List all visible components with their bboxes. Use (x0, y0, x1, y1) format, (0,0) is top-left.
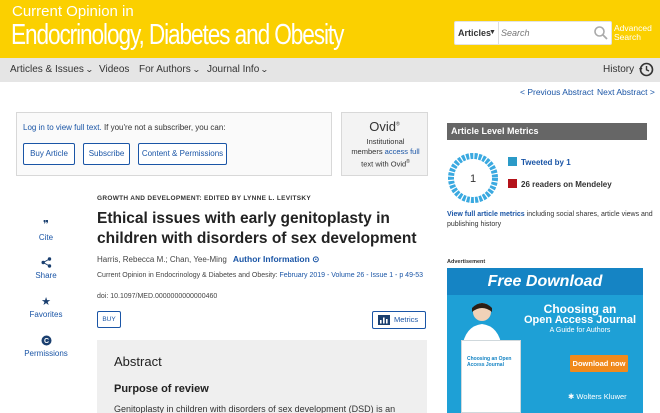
ovid-access-link[interactable]: access full (385, 147, 420, 156)
ovid-access-box: Ovid® Institutional members access full … (341, 112, 428, 176)
purpose-of-review-heading: Purpose of review (114, 383, 209, 395)
access-options-box: Log in to view full text. If you're not … (16, 112, 332, 176)
chevron-down-icon: ⌄ (191, 65, 201, 74)
subscribe-button[interactable]: Subscribe (83, 143, 130, 165)
ad-headline-line3: A Guide for Authors (549, 327, 611, 334)
ovid-line2: members (351, 147, 385, 156)
content-permissions-button[interactable]: Content & Permissions (138, 143, 227, 165)
buy-button[interactable]: BUY (97, 311, 121, 328)
article-authors: Harris, Rebecca M.; Chan, Yee-Ming Author… (97, 254, 319, 265)
ovid-line3: text with Ovid (361, 159, 407, 169)
altmetric-score: 1 (470, 173, 476, 185)
favorites-tool[interactable]: ★ Favorites (24, 296, 68, 319)
ovid-message: Institutional members access full text w… (344, 137, 427, 170)
nav-label: For Authors (139, 64, 191, 75)
metrics-label: Metrics (394, 315, 419, 324)
access-message: Log in to view full text. If you're not … (23, 123, 226, 132)
advertisement-banner[interactable]: Free Download Choosing an Open Access Jo… (447, 268, 643, 413)
ad-download-button[interactable]: Download now (570, 355, 628, 372)
article-doi: doi: 10.1097/MED.0000000000000460 (97, 293, 218, 300)
cite-tool[interactable]: ❞ Cite (24, 219, 68, 242)
article-level-metrics-heading: Article Level Metrics (447, 123, 647, 140)
copyright-icon: C (24, 335, 68, 347)
nav-label: Articles & Issues (10, 64, 84, 75)
nav-for-authors[interactable]: For Authors⌄ (139, 64, 201, 75)
ad-book-title: Choosing an Open Access Journal (467, 356, 512, 368)
article-citation: Current Opinion in Endocrinology & Diabe… (97, 270, 425, 281)
registered-mark: ® (406, 159, 410, 165)
site-header: Current Opinion in Endocrinology, Diabet… (0, 0, 660, 58)
chevron-down-circle-icon: ⊙ (312, 254, 320, 264)
star-icon: ★ (41, 296, 51, 308)
journal-brand-line1[interactable]: Current Opinion in (12, 3, 134, 20)
full-metrics-note: View full article metrics including soci… (447, 210, 657, 230)
nav-label: Journal Info (207, 64, 260, 75)
permissions-label: Permissions (24, 349, 68, 358)
favorites-label: Favorites (29, 310, 63, 319)
search-box: Articles ▼ (454, 21, 612, 45)
registered-mark: ® (396, 121, 400, 128)
quote-icon: ❞ (43, 219, 49, 231)
metrics-button[interactable]: Metrics (372, 311, 426, 329)
next-abstract-link[interactable]: Next Abstract > (597, 87, 655, 97)
main-nav: Articles & Issues⌄ Videos For Authors⌄ J… (0, 58, 660, 82)
share-label: Share (35, 271, 57, 280)
advertisement-label: Advertisement (447, 259, 486, 265)
login-link[interactable]: Log in to view full text. (23, 123, 102, 132)
abstract-section: Abstract Purpose of review Genitoplasty … (97, 340, 427, 413)
share-icon (24, 257, 68, 269)
ad-free-download-title: Free Download (447, 268, 643, 295)
search-input[interactable] (501, 22, 591, 44)
advanced-search-link[interactable]: Advanced Search (614, 24, 652, 42)
view-full-metrics-link[interactable]: View full article metrics (447, 211, 525, 218)
search-category-label: Articles (458, 28, 492, 38)
mendeley-legend-swatch (508, 179, 517, 188)
nav-journal-info[interactable]: Journal Info⌄ (207, 64, 269, 75)
chevron-down-icon: ⌄ (260, 65, 269, 74)
issue-link[interactable]: February 2019 - Volume 26 - Issue 1 - p … (280, 272, 424, 279)
citation-journal: Current Opinion in Endocrinology & Diabe… (97, 272, 280, 279)
ovid-logo-text: Ovid (369, 119, 397, 134)
previous-abstract-link[interactable]: < Previous Abstract (520, 87, 593, 97)
svg-text:C: C (43, 338, 48, 345)
ovid-logo: Ovid® (342, 119, 427, 134)
ad-headline-line2: Open Access Journal (523, 314, 637, 326)
ad-brand-name: Wolters Kluwer (576, 392, 627, 401)
permissions-tool[interactable]: C Permissions (24, 335, 68, 358)
nav-articles-issues[interactable]: Articles & Issues⌄ (10, 64, 94, 75)
abstract-text: Genitoplasty in children with disorders … (114, 404, 396, 413)
article-section-label: GROWTH AND DEVELOPMENT: EDITED BY LYNNE … (97, 195, 312, 202)
nav-history[interactable]: History (603, 64, 634, 75)
chevron-down-icon: ⌄ (84, 65, 94, 74)
article-title: Ethical issues with early genitoplasty i… (97, 210, 417, 247)
search-icon[interactable] (593, 25, 609, 41)
advanced-search-line2: Search (614, 32, 641, 42)
cite-label: Cite (38, 233, 54, 242)
search-category-select[interactable]: Articles ▼ (455, 22, 499, 44)
abstract-heading: Abstract (114, 354, 162, 369)
bar-chart-icon (378, 315, 390, 325)
history-icon[interactable] (639, 62, 654, 77)
mendeley-text: 26 readers on Mendeley (521, 180, 612, 189)
tweeted-count[interactable]: Tweeted by 1 (508, 157, 571, 167)
buy-article-button[interactable]: Buy Article (23, 143, 75, 165)
nav-videos[interactable]: Videos (99, 64, 129, 75)
share-tool[interactable]: Share (24, 257, 68, 280)
journal-brand-line2[interactable]: Endocrinology, Diabetes and Obesity (11, 19, 344, 52)
access-message-text: If you're not a subscriber, you can: (101, 123, 226, 132)
author-information-label: Author Information (232, 254, 310, 264)
ovid-line1: Institutional (366, 137, 405, 146)
twitter-legend-swatch (508, 157, 517, 166)
nav-label: Videos (99, 64, 130, 75)
ad-book-cover: Choosing an Open Access Journal (461, 340, 521, 413)
author-list: Harris, Rebecca M.; Chan, Yee-Ming (97, 255, 227, 264)
mendeley-count: 26 readers on Mendeley (508, 179, 612, 189)
ad-brand: ✱ Wolters Kluwer (568, 392, 627, 401)
author-information-toggle[interactable]: Author Information ⊙ (233, 254, 319, 264)
caret-down-icon: ▼ (489, 29, 496, 36)
altmetric-badge[interactable]: 1 (447, 152, 499, 209)
tweeted-text: Tweeted by 1 (521, 158, 571, 167)
